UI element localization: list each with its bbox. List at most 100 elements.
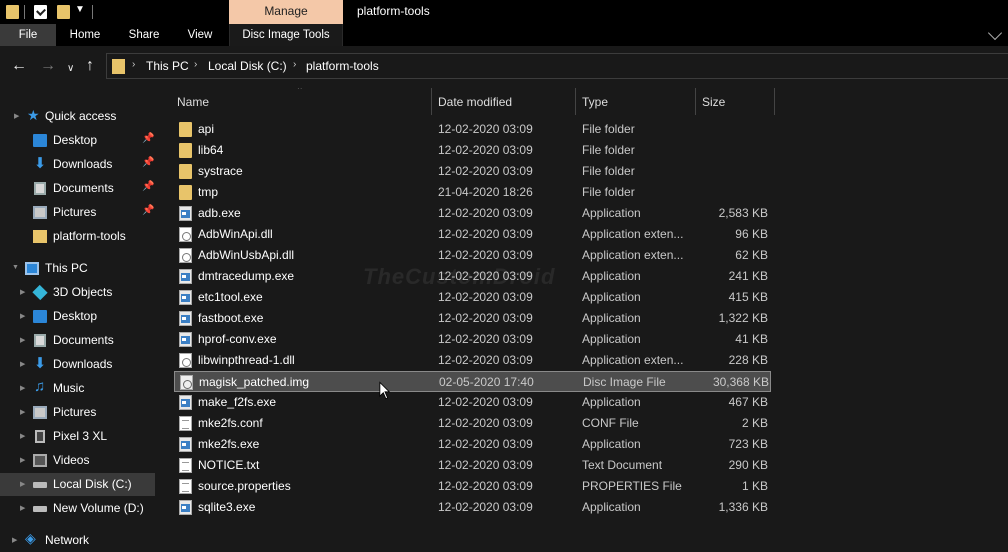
column-divider[interactable] [575, 88, 576, 115]
properties-icon[interactable] [34, 5, 47, 19]
address-bar[interactable]: › This PC › Local Disk (C:) › platform-t… [106, 53, 1008, 79]
file-row[interactable]: mke2fs.conf 12-02-2020 03:09 CONF File 2 KB [174, 413, 771, 434]
chevron-right-icon[interactable]: › [132, 59, 135, 70]
new-folder-icon[interactable] [57, 5, 70, 19]
sidebar-item-pictures[interactable]: Pictures 📌 [0, 201, 155, 224]
sidebar-item-label: platform-tools [53, 229, 126, 243]
file-row[interactable]: magisk_patched.img 02-05-2020 17:40 Disc I… [174, 371, 771, 392]
chevron-right-icon[interactable]: › [194, 59, 197, 70]
sidebar-item-quick-access[interactable]: ▶ ★ Quick access [0, 105, 155, 128]
column-header-type[interactable]: Type [582, 95, 608, 109]
file-row[interactable]: make_f2fs.exe 12-02-2020 03:09 Application… [174, 392, 771, 413]
application-icon [179, 500, 192, 515]
file-row[interactable]: NOTICE.txt 12-02-2020 03:09 Text Document 2… [174, 455, 771, 476]
file-row[interactable]: sqlite3.exe 12-02-2020 03:09 Application 1,… [174, 497, 771, 518]
file-row[interactable]: tmp 21-04-2020 18:26 File folder [174, 182, 771, 203]
file-row[interactable]: AdbWinUsbApi.dll 12-02-2020 03:09 Applicat… [174, 245, 771, 266]
star-icon: ★ [27, 107, 40, 123]
sidebar-item-pixel-3-xl[interactable]: ▶ Pixel 3 XL [0, 425, 155, 448]
file-size: 228 KB [728, 353, 768, 367]
sidebar-item-desktop-pc[interactable]: ▶ Desktop [0, 305, 155, 328]
breadcrumb-this-pc[interactable]: This PC [146, 59, 189, 73]
expand-chevron-icon[interactable]: ▶ [20, 336, 25, 344]
sidebar-item-documents[interactable]: Documents 📌 [0, 177, 155, 200]
file-date-modified: 12-02-2020 03:09 [438, 164, 533, 178]
tab-disc-image-tools[interactable]: Disc Image Tools [229, 24, 343, 46]
sidebar-item-label: Documents [53, 181, 114, 195]
file-row[interactable]: systrace 12-02-2020 03:09 File folder [174, 161, 771, 182]
expand-ribbon-icon[interactable] [987, 25, 1003, 41]
column-divider[interactable] [774, 88, 775, 115]
file-row[interactable]: libwinpthread-1.dll 12-02-2020 03:09 Appli… [174, 350, 771, 371]
sidebar-item-desktop[interactable]: Desktop 📌 [0, 129, 155, 152]
file-size: 241 KB [728, 269, 768, 283]
sidebar-item-3d-objects[interactable]: ▶ 3D Objects [0, 281, 155, 304]
up-arrow-icon[interactable]: ↑ [86, 57, 94, 75]
pin-icon[interactable]: 📌 [142, 181, 154, 192]
sidebar-item-label: Videos [53, 453, 90, 467]
sidebar-item-pictures-pc[interactable]: ▶ Pictures [0, 401, 155, 424]
sidebar-item-new-volume[interactable]: ▶ New Volume (D:) [0, 497, 155, 520]
expand-chevron-icon[interactable]: ▶ [20, 432, 25, 440]
file-row[interactable]: adb.exe 12-02-2020 03:09 Application 2,583 … [174, 203, 771, 224]
pin-icon[interactable]: 📌 [142, 157, 154, 168]
file-date-modified: 12-02-2020 03:09 [438, 500, 533, 514]
file-row[interactable]: etc1tool.exe 12-02-2020 03:09 Application 4… [174, 287, 771, 308]
expand-chevron-icon[interactable]: ▶ [20, 480, 25, 488]
column-divider[interactable] [431, 88, 432, 115]
tab-view[interactable]: View [174, 24, 226, 46]
sidebar-item-downloads-pc[interactable]: ▶ ⬇ Downloads [0, 353, 155, 376]
tab-file[interactable]: File [0, 24, 56, 46]
recent-locations-chevron-icon[interactable]: ∨ [67, 60, 74, 78]
pin-icon[interactable]: 📌 [142, 205, 154, 216]
sidebar-item-label: Pictures [53, 405, 97, 419]
sidebar-item-network[interactable]: ▶ ◈ Network [0, 529, 155, 552]
expand-chevron-icon[interactable]: ▶ [20, 360, 25, 368]
breadcrumb-platform-tools[interactable]: platform-tools [306, 59, 379, 73]
file-row[interactable]: fastboot.exe 12-02-2020 03:09 Application 1… [174, 308, 771, 329]
file-row[interactable]: AdbWinApi.dll 12-02-2020 03:09 Application… [174, 224, 771, 245]
expand-chevron-icon[interactable]: ▶ [20, 312, 25, 320]
drive-icon [33, 506, 47, 512]
expand-chevron-icon[interactable]: ▶ [20, 504, 25, 512]
expand-chevron-icon[interactable]: ▶ [14, 112, 19, 120]
downloads-icon: ⬇ [33, 355, 47, 372]
videos-icon [33, 454, 47, 467]
pin-icon[interactable]: 📌 [142, 133, 154, 144]
tab-share[interactable]: Share [114, 24, 174, 46]
document-icon [179, 458, 192, 473]
sidebar-item-this-pc[interactable]: ▼ This PC [0, 257, 155, 280]
expand-chevron-icon[interactable]: ▼ [12, 264, 19, 271]
column-divider[interactable] [695, 88, 696, 115]
sidebar-item-videos[interactable]: ▶ Videos [0, 449, 155, 472]
sidebar-item-platform-tools[interactable]: platform-tools [0, 225, 155, 248]
file-row[interactable]: dmtracedump.exe 12-02-2020 03:09 Applicati… [174, 266, 771, 287]
file-date-modified: 02-05-2020 17:40 [439, 375, 534, 389]
file-row[interactable]: hprof-conv.exe 12-02-2020 03:09 Applicatio… [174, 329, 771, 350]
back-arrow-icon[interactable]: ← [11, 57, 27, 75]
manage-context-tab[interactable]: Manage [229, 0, 343, 24]
column-header-name[interactable]: Name [177, 95, 209, 109]
column-header-size[interactable]: Size [702, 95, 725, 109]
sidebar-item-label: Downloads [53, 157, 113, 171]
file-row[interactable]: mke2fs.exe 12-02-2020 03:09 Application 723… [174, 434, 771, 455]
expand-chevron-icon[interactable]: ▶ [20, 288, 25, 296]
file-row[interactable]: lib64 12-02-2020 03:09 File folder [174, 140, 771, 161]
expand-chevron-icon[interactable]: ▶ [20, 384, 25, 392]
sidebar-item-music[interactable]: ▶ ♫ Music [0, 377, 155, 400]
expand-chevron-icon[interactable]: ▶ [12, 536, 17, 544]
sidebar-item-local-disk[interactable]: ▶ Local Disk (C:) [0, 473, 155, 496]
tab-home[interactable]: Home [56, 24, 114, 46]
sidebar-item-documents-pc[interactable]: ▶ Documents [0, 329, 155, 352]
column-header-date-modified[interactable]: Date modified [438, 95, 512, 109]
customize-toolbar-icon[interactable]: ▼ [75, 4, 85, 15]
expand-chevron-icon[interactable]: ▶ [20, 408, 25, 416]
file-row[interactable]: source.properties 12-02-2020 03:09 PROPERT… [174, 476, 771, 497]
expand-chevron-icon[interactable]: ▶ [20, 456, 25, 464]
breadcrumb-local-disk[interactable]: Local Disk (C:) [208, 59, 287, 73]
forward-arrow-icon[interactable]: → [40, 57, 56, 75]
mouse-pointer-icon [379, 381, 391, 400]
sidebar-item-downloads[interactable]: ⬇ Downloads 📌 [0, 153, 155, 176]
chevron-right-icon[interactable]: › [293, 59, 296, 70]
file-row[interactable]: api 12-02-2020 03:09 File folder [174, 119, 771, 140]
